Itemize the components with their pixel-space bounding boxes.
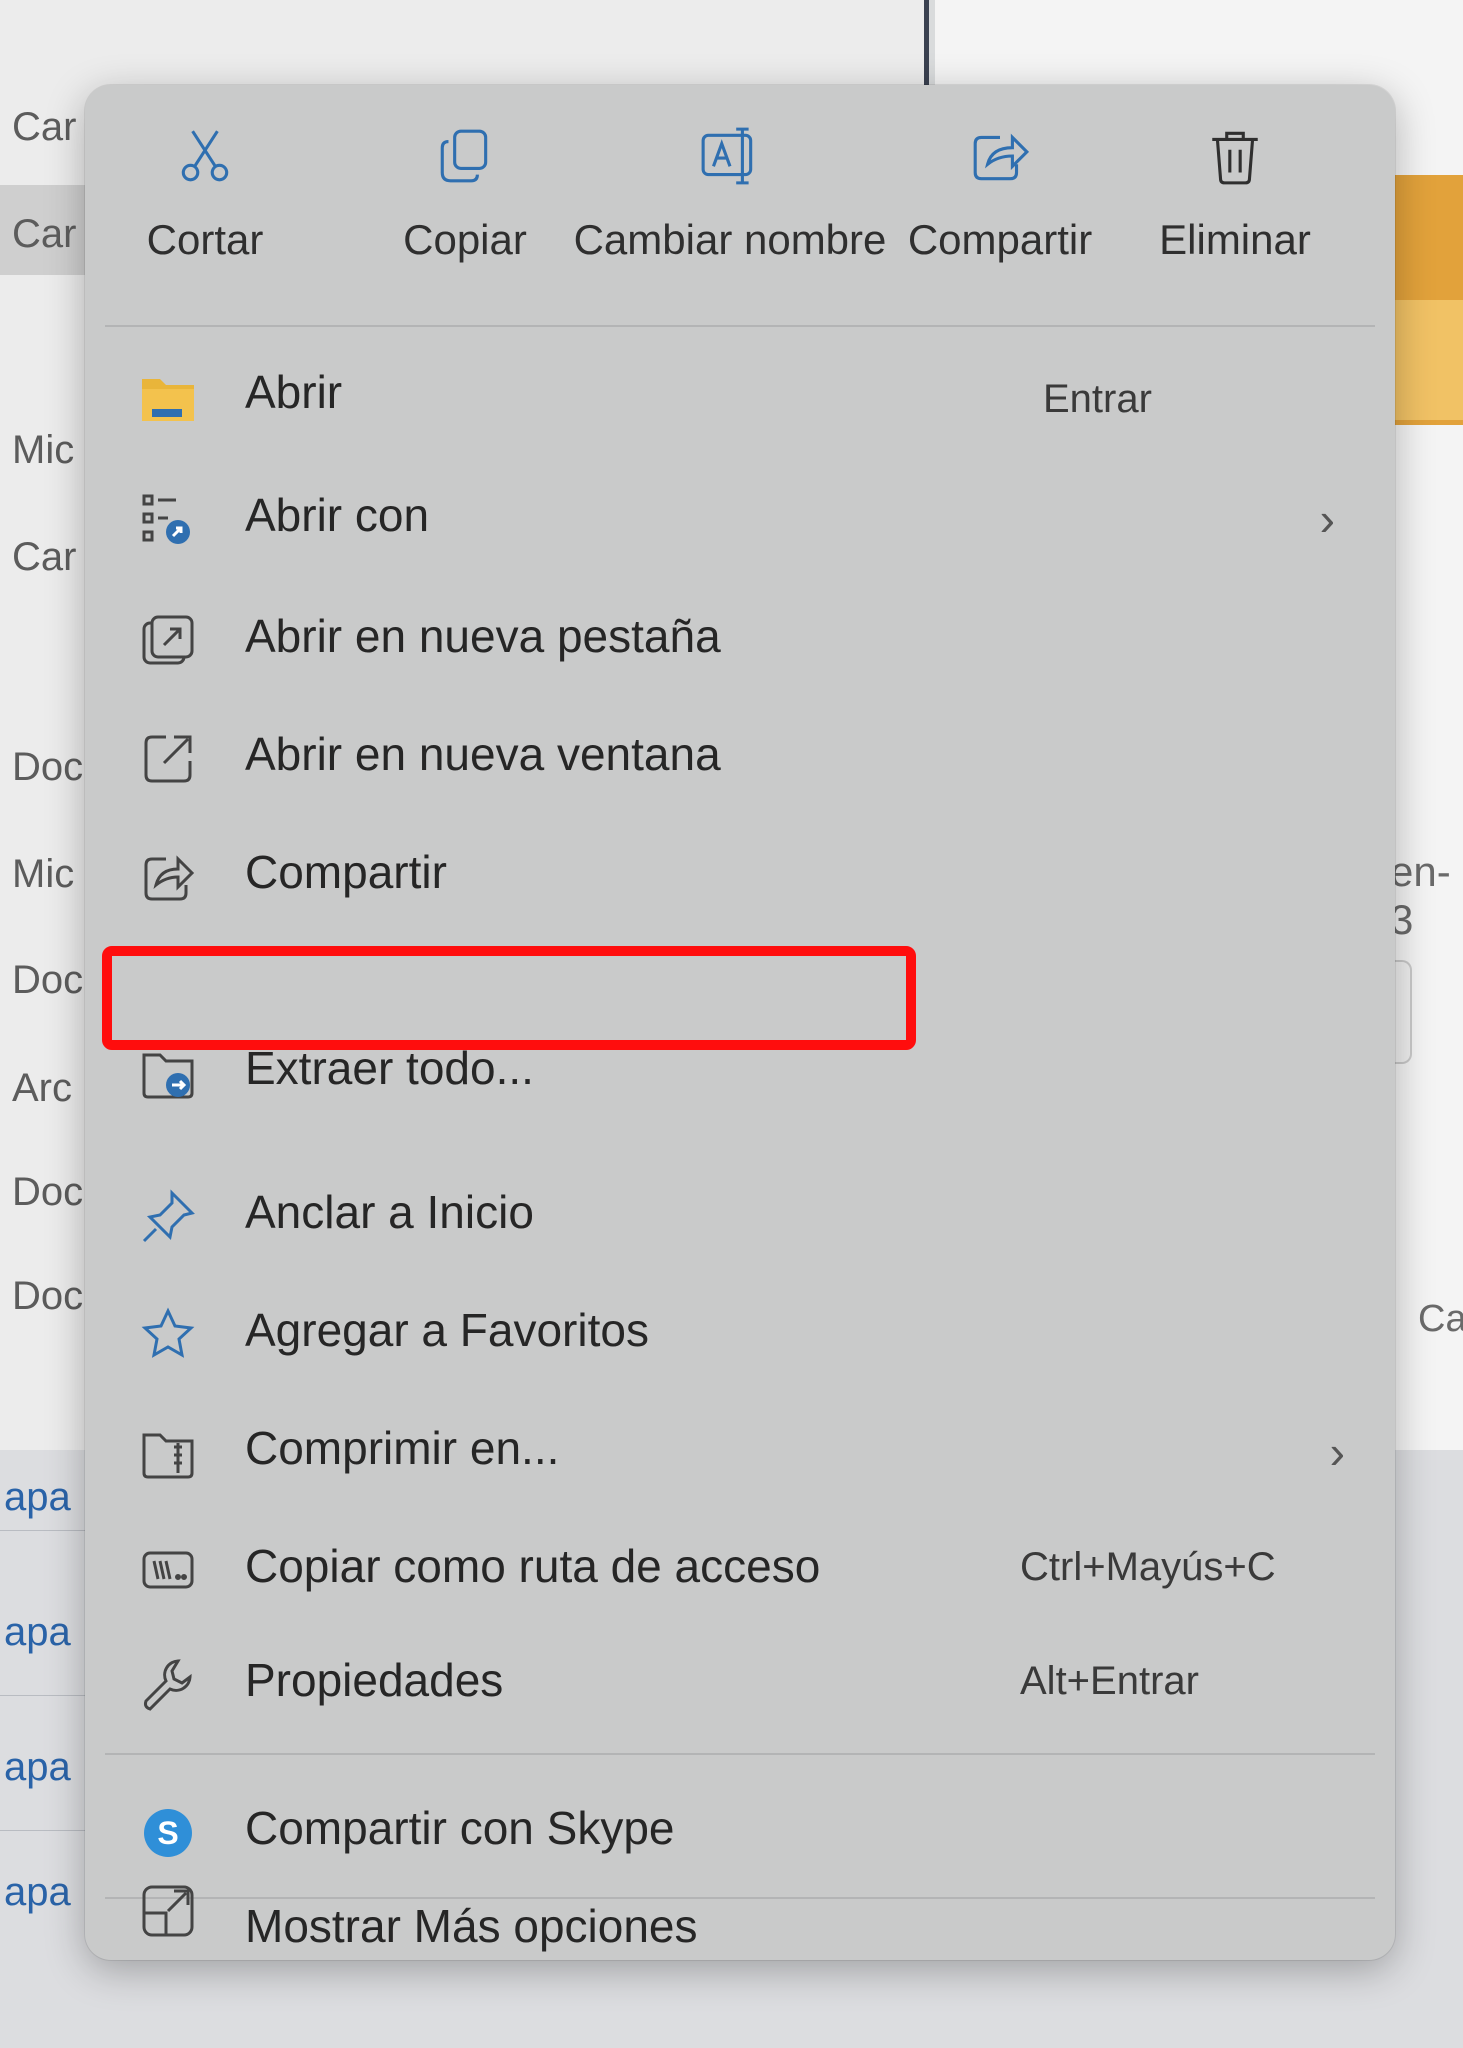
file-type-label: Car (12, 105, 77, 149)
menu-separator (105, 1753, 1375, 1755)
menu-item-label: Compartir con Skype (245, 1802, 675, 1854)
svg-text:S: S (157, 1815, 178, 1851)
menu-item-label: Propiedades (245, 1654, 504, 1706)
file-type-label: Mic (12, 852, 75, 896)
menu-item-share[interactable]: Compartir (85, 827, 1395, 923)
share-label: Compartir (907, 216, 1093, 263)
menu-item-label: Abrir en nueva ventana (245, 728, 721, 780)
rename-label: Cambiar nombre (573, 216, 887, 263)
file-type-label: Car (12, 535, 77, 579)
chevron-right-icon: › (1329, 1426, 1345, 1478)
more-options-icon (140, 1883, 196, 1939)
menu-item-add-favorites[interactable]: Agregar a Favoritos (85, 1285, 1395, 1381)
menu-item-extract-all[interactable]: Extraer todo... (85, 1042, 1395, 1141)
copy-path-icon (140, 1543, 196, 1599)
new-tab-icon (140, 613, 196, 669)
menu-item-shortcut: Alt+Entrar (1020, 1659, 1199, 1703)
menu-item-label: Abrir con (245, 489, 430, 541)
highlight-box (102, 946, 916, 1050)
menu-item-pin-start[interactable]: Anclar a Inicio (85, 1167, 1395, 1263)
chevron-right-icon: › (1319, 493, 1335, 545)
menu-item-label: Abrir en nueva pestaña (245, 610, 721, 662)
preview-text-fragment: Ca (1418, 1298, 1463, 1340)
delete-icon (1204, 125, 1266, 192)
skype-icon: S (140, 1805, 196, 1861)
menu-item-label: Agregar a Favoritos (245, 1304, 649, 1356)
copy-label: Copiar (403, 216, 527, 263)
file-type-label: Car (12, 212, 77, 256)
compress-icon (140, 1425, 196, 1481)
menu-item-compress[interactable]: Comprimir en... › (85, 1403, 1395, 1499)
wrench-icon (140, 1657, 196, 1713)
file-link[interactable]: apa (4, 1745, 71, 1790)
file-link[interactable]: apa (4, 1610, 71, 1655)
cut-label: Cortar (146, 216, 264, 263)
toolbar-separator (105, 325, 1375, 327)
menu-item-label: Anclar a Inicio (245, 1186, 534, 1238)
menu-item-shortcut: Entrar (1043, 377, 1152, 421)
new-window-icon (140, 731, 196, 787)
file-type-label: Doc (12, 958, 84, 1002)
file-type-label: Arc (12, 1066, 72, 1110)
file-type-label: Doc (12, 745, 84, 789)
delete-label: Eliminar (1159, 216, 1311, 263)
context-menu-toolbar: Cortar Copiar Cambiar nombre Compartir E… (85, 85, 1395, 320)
menu-item-more-options[interactable]: Mostrar Más opciones (85, 1861, 1395, 1957)
pin-icon (140, 1189, 196, 1245)
menu-item-open[interactable]: Abrir Entrar (85, 347, 1395, 443)
file-type-label: Doc (12, 1274, 84, 1318)
folder-icon (140, 369, 196, 425)
share-icon (969, 125, 1031, 192)
menu-item-properties[interactable]: Propiedades Alt+Entrar (85, 1635, 1395, 1731)
preview-thumbnail-detail (1385, 300, 1463, 420)
menu-item-label: Comprimir en... (245, 1422, 560, 1474)
file-type-label: Mic (12, 428, 75, 472)
share-button[interactable]: Compartir (900, 125, 1100, 264)
preview-title-fragment: en-3 (1390, 848, 1451, 943)
rename-icon (699, 125, 761, 192)
menu-item-copy-path[interactable]: Copiar como ruta de acceso Ctrl+Mayús+C (85, 1521, 1395, 1617)
zip-folder-icon (140, 1045, 196, 1101)
copy-icon (434, 125, 496, 192)
cut-button[interactable]: Cortar (115, 125, 295, 264)
delete-button[interactable]: Eliminar (1145, 125, 1325, 264)
rename-button[interactable]: Cambiar nombre (560, 125, 900, 264)
file-link[interactable]: apa (4, 1870, 71, 1915)
copy-button[interactable]: Copiar (365, 125, 565, 264)
menu-item-label: Mostrar Más opciones (245, 1900, 698, 1952)
menu-item-open-new-window[interactable]: Abrir en nueva ventana (85, 709, 1395, 805)
file-link[interactable]: apa (4, 1475, 71, 1520)
menu-item-open-new-tab[interactable]: Abrir en nueva pestaña (85, 591, 1395, 687)
star-icon (140, 1307, 196, 1363)
share-icon (140, 849, 196, 905)
menu-item-label: Copiar como ruta de acceso (245, 1540, 821, 1592)
open-with-icon (140, 492, 196, 548)
menu-item-open-with[interactable]: Abrir con › (85, 470, 1395, 566)
cut-icon (174, 125, 236, 192)
menu-item-shortcut: Ctrl+Mayús+C (1020, 1545, 1276, 1589)
menu-item-label: Compartir (245, 846, 447, 898)
file-type-label: Doc (12, 1170, 84, 1214)
menu-item-label: Abrir (245, 366, 343, 418)
